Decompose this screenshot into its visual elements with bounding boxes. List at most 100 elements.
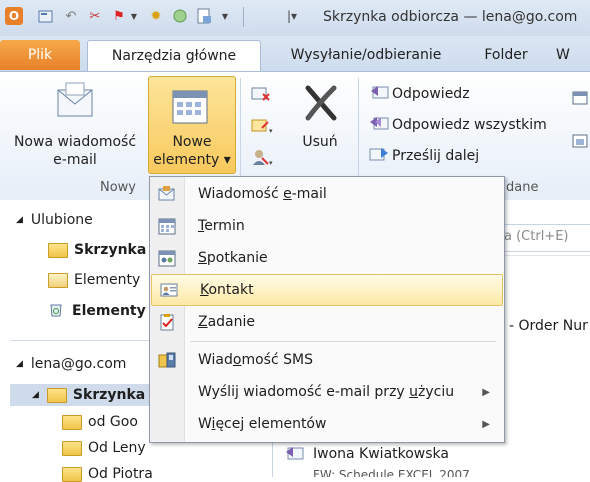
- nav-subfolder[interactable]: od Goo: [62, 414, 138, 430]
- menu-email-label-a: Wiadomość: [198, 186, 284, 202]
- delete-all-icon[interactable]: ✂: [87, 8, 103, 24]
- group-label-new: Nowy: [100, 180, 137, 195]
- menu-email-using-accel: u: [409, 384, 419, 400]
- toolbar-separator: [243, 7, 244, 27]
- outlook-logo-icon: O: [5, 7, 23, 25]
- tab-file[interactable]: Plik: [0, 40, 80, 70]
- menu-sms-label-b: mość SMS: [241, 352, 313, 368]
- reminder-icon[interactable]: ✹: [148, 8, 164, 24]
- menu-email-using-label-a: Wyślij wiadomość e-mail przy: [198, 384, 410, 400]
- new-email-label-line1: Nowa wiadomość: [13, 134, 137, 150]
- account-header[interactable]: ◢ lena@go.com: [16, 356, 126, 372]
- calendar-icon: [158, 217, 176, 235]
- new-email-button[interactable]: Nowa wiadomość e-mail: [4, 133, 146, 169]
- menu-meeting-label-b: potkanie: [206, 250, 268, 266]
- flag-dropdown-icon[interactable]: ▼: [126, 8, 142, 24]
- ignore-icon[interactable]: [250, 84, 272, 104]
- new-items-label-line1: Nowe: [172, 134, 212, 150]
- menu-sms-label-a: Wiad: [198, 352, 233, 368]
- junk-icon[interactable]: ▾: [250, 146, 276, 168]
- status-circle-icon[interactable]: [172, 8, 188, 24]
- send-receive-icon[interactable]: [38, 8, 54, 24]
- svg-text:▾: ▾: [269, 127, 273, 135]
- menu-item-meeting[interactable]: Spotkanie: [150, 243, 504, 273]
- reply-icon: [368, 83, 392, 105]
- menu-task-accel: Z: [198, 314, 208, 330]
- folder-icon: [62, 414, 82, 430]
- new-email-label-line2: e-mail: [53, 152, 97, 168]
- new-items-button[interactable]: Nowe elementy ▾: [148, 76, 236, 174]
- group-label-respond: dane: [506, 180, 539, 195]
- undo-icon[interactable]: ↶: [63, 8, 79, 24]
- menu-item-sms[interactable]: Wiadomość SMS: [150, 345, 504, 375]
- menu-more-label-b: ęcej elementów: [215, 416, 327, 432]
- message-sender[interactable]: Iwona Kwiatkowska: [313, 446, 449, 462]
- menu-item-email[interactable]: Wiadomość e-mail: [150, 179, 504, 209]
- document-icon[interactable]: [196, 8, 212, 24]
- nav-fav-sent-label: Elementy: [74, 272, 141, 288]
- favorites-label: Ulubione: [30, 212, 93, 228]
- email-icon: [158, 185, 176, 203]
- recycle-bin-icon: [48, 301, 66, 321]
- reply-label: Odpowiedz: [392, 86, 470, 102]
- tab-view[interactable]: W: [556, 40, 590, 70]
- inbox-folder-icon: [48, 242, 68, 258]
- contact-card-icon: [160, 281, 178, 299]
- nav-subfolder[interactable]: Od Piotra: [62, 466, 153, 482]
- message-subject-fragment[interactable]: - Order Nur: [509, 318, 588, 334]
- customize-toolbar-icon[interactable]: ▼: [217, 8, 233, 24]
- folder-icon: [62, 466, 82, 482]
- menu-email-accel: e: [283, 186, 292, 202]
- delete-icon[interactable]: [300, 82, 340, 124]
- submenu-arrow-icon: ▶: [482, 386, 490, 398]
- menu-item-email-using[interactable]: Wyślij wiadomość e-mail przy użyciu ▶: [150, 377, 504, 407]
- menu-item-task[interactable]: Zadanie: [150, 307, 504, 337]
- nav-subfolder[interactable]: Od Leny: [62, 440, 146, 456]
- menu-item-contact[interactable]: Kontakt: [151, 274, 503, 306]
- collapse-triangle-icon[interactable]: ◢: [32, 390, 39, 400]
- tab-send-receive[interactable]: Wysyłanie/odbieranie: [270, 40, 462, 70]
- nav-fav-deleted[interactable]: Elementy: [48, 301, 146, 321]
- sent-folder-icon: [48, 272, 68, 288]
- nav-fav-deleted-label: Elementy: [72, 303, 146, 319]
- reply-icon: [283, 444, 305, 462]
- menu-item-more-items[interactable]: Więcej elementów ▶: [150, 409, 504, 439]
- reply-all-icon: [368, 114, 392, 136]
- new-email-icon[interactable]: [52, 82, 98, 124]
- collapse-triangle-icon[interactable]: ◢: [16, 359, 23, 369]
- search-placeholder: a (Ctrl+E): [504, 229, 569, 244]
- nav-subfolder-label: od Goo: [88, 414, 138, 430]
- nav-fav-inbox-label: Skrzynka: [74, 242, 147, 258]
- forward-button[interactable]: Prześlij dalej: [368, 144, 479, 168]
- menu-email-using-label-b: życiu: [418, 384, 455, 400]
- title-bar: O ↶ ✂ ⚑ ▼ ✹ ▼ |▾ Skrzynka odbiorcza — le…: [0, 0, 590, 37]
- reply-button[interactable]: Odpowiedz: [368, 82, 470, 106]
- quick-access-menu-icon[interactable]: |▾: [284, 8, 300, 24]
- message-subject[interactable]: FW: Schedule EXCEL 2007: [313, 468, 470, 477]
- submenu-arrow-icon: ▶: [482, 418, 490, 430]
- new-items-menu: Wiadomość e-mail Termin Spotkanie Kontak…: [149, 176, 505, 443]
- menu-task-label-b: adanie: [207, 314, 256, 330]
- favorites-header[interactable]: ◢ Ulubione: [16, 212, 93, 228]
- new-items-label-line2: elementy ▾: [153, 152, 231, 168]
- reply-all-button[interactable]: Odpowiedz wszystkim: [368, 113, 547, 137]
- phone-message-icon: [158, 351, 176, 369]
- inbox-folder-icon: [46, 387, 67, 403]
- meeting-icon[interactable]: [572, 90, 588, 106]
- clean-up-icon[interactable]: ▾: [250, 116, 276, 136]
- nav-subfolder-label: Od Leny: [88, 440, 146, 456]
- forward-label: Prześlij dalej: [392, 148, 480, 164]
- collapse-triangle-icon[interactable]: ◢: [16, 215, 23, 225]
- nav-fav-sent[interactable]: Elementy: [48, 272, 140, 288]
- nav-fav-inbox[interactable]: Skrzynka: [48, 242, 146, 258]
- menu-item-appointment[interactable]: Termin: [150, 211, 504, 241]
- flag-icon[interactable]: ⚑: [111, 8, 127, 24]
- nav-subfolder-label: Od Piotra: [88, 466, 153, 482]
- delete-button[interactable]: Usuń: [293, 133, 347, 151]
- account-label: lena@go.com: [30, 356, 127, 372]
- tab-home[interactable]: Narzędzia główne: [87, 40, 261, 71]
- more-respond-icon[interactable]: [572, 133, 588, 149]
- tab-folder[interactable]: Folder: [470, 40, 542, 70]
- menu-appointment-label-b: ermin: [204, 218, 245, 234]
- menu-separator: [190, 341, 496, 342]
